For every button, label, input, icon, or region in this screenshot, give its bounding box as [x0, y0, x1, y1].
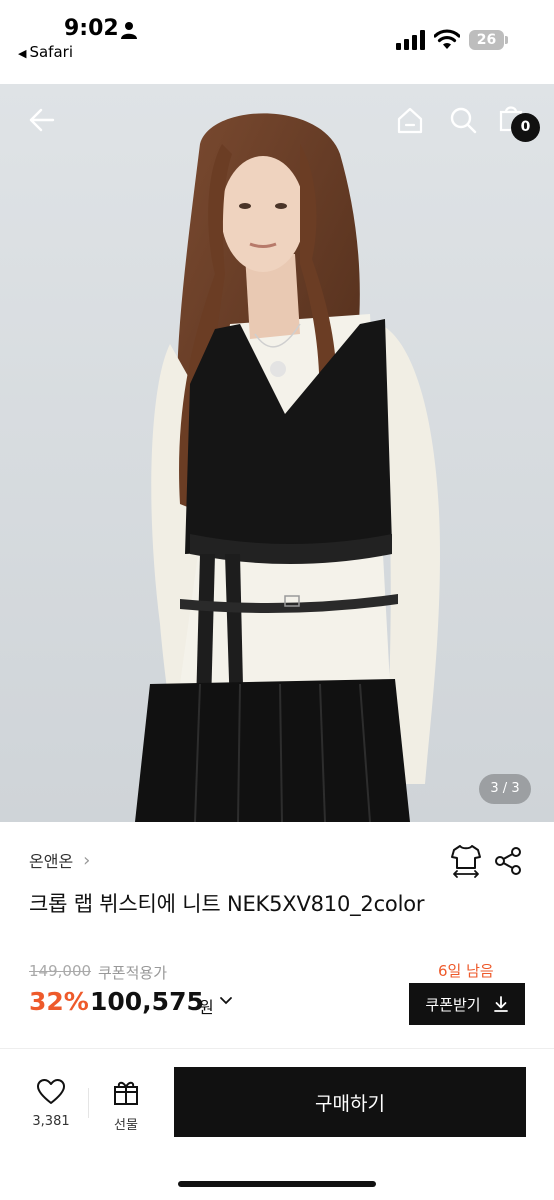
- search-button[interactable]: [443, 100, 483, 140]
- tshirt-size-icon[interactable]: [450, 843, 482, 879]
- image-pager: 3 / 3: [479, 774, 531, 804]
- cart-count-badge: 0: [511, 113, 540, 142]
- gift-icon: [114, 1081, 138, 1105]
- status-bar: 9:02 ◀ Safari 26: [0, 0, 554, 84]
- brand-name: 온앤온: [29, 852, 74, 871]
- divider: [0, 1048, 554, 1049]
- home-indicator: [178, 1181, 376, 1187]
- like-count: 3,381: [32, 1114, 70, 1129]
- buy-button[interactable]: 구매하기: [174, 1067, 526, 1137]
- battery-icon: 26: [469, 30, 509, 50]
- back-button[interactable]: [22, 100, 62, 140]
- product-page: 9:02 ◀ Safari 26 3 / 3 0 온앤온 › 크롭 랩 뷔스티에…: [0, 0, 554, 1200]
- wifi-icon: [434, 29, 460, 49]
- product-title: 크롭 랩 뷔스티에 니트 NEK5XV810_2color: [29, 892, 425, 916]
- heart-icon: [37, 1079, 65, 1104]
- search-icon: [450, 107, 477, 134]
- gift-button[interactable]: 선물: [104, 1078, 148, 1133]
- sale-price: 100,575: [90, 987, 204, 1016]
- brand-link[interactable]: 온앤온 ›: [29, 848, 90, 872]
- discount-rate: 32%: [29, 987, 89, 1016]
- arrow-left-icon: [29, 108, 55, 132]
- back-triangle-icon: ◀: [18, 47, 27, 60]
- days-left-badge: 6일 남음: [438, 962, 494, 980]
- bottom-divider: [88, 1088, 89, 1118]
- chevron-down-icon[interactable]: [219, 994, 233, 1008]
- get-coupon-button[interactable]: 쿠폰받기: [409, 983, 525, 1025]
- currency-label: 원: [199, 998, 214, 1017]
- signal-icon: [396, 30, 425, 50]
- home-icon: [397, 107, 423, 134]
- like-button[interactable]: 3,381: [29, 1078, 73, 1132]
- coupon-button-label: 쿠폰받기: [425, 995, 481, 1014]
- back-app-label: Safari: [29, 43, 73, 61]
- original-price: 149,000: [29, 962, 92, 980]
- home-button[interactable]: [390, 100, 430, 140]
- back-to-app[interactable]: ◀ Safari: [18, 43, 73, 61]
- coupon-price-label: 쿠폰적용가: [98, 964, 168, 982]
- status-time: 9:02: [64, 16, 119, 41]
- battery-level: 26: [469, 30, 504, 50]
- person-icon: [121, 22, 137, 39]
- product-photo: [0, 84, 554, 822]
- share-icon[interactable]: [493, 846, 523, 876]
- battery-cap: [505, 36, 508, 44]
- download-icon: [493, 996, 508, 1012]
- chevron-right-icon: ›: [83, 849, 91, 871]
- gift-label: 선물: [114, 1118, 138, 1133]
- product-image-gallery[interactable]: 3 / 3: [0, 84, 554, 822]
